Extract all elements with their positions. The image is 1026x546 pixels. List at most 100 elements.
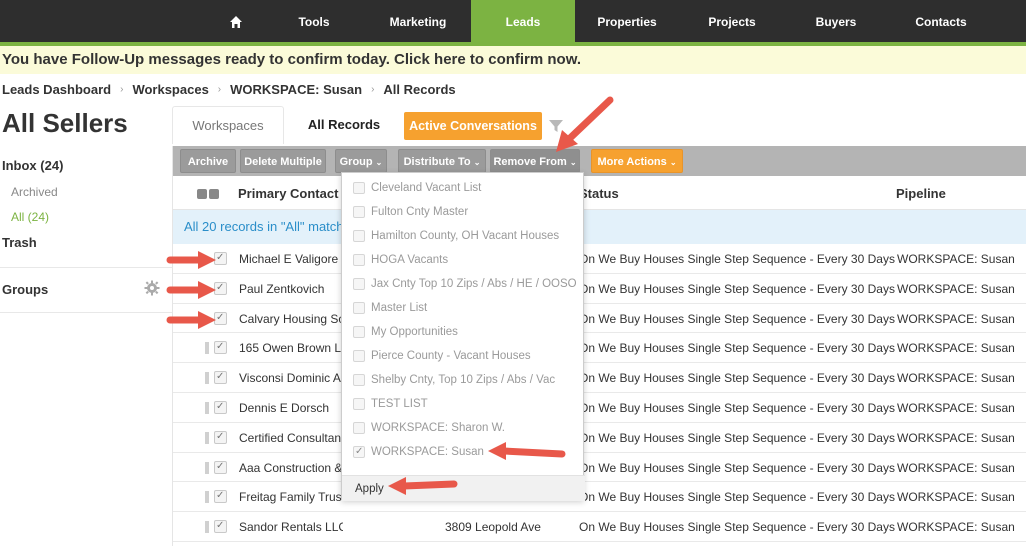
option-checkbox[interactable] [353,350,365,362]
option-checkbox[interactable] [353,302,365,314]
table-row[interactable]: ✓ Paul Zentkovich On We Buy Houses Single … [173,274,1026,304]
option-label: TEST LIST [371,398,428,410]
sidebar-inbox[interactable]: Inbox (24) [2,158,63,173]
table-row[interactable]: ✓ Calvary Housing Sol On We Buy Houses Sin… [173,304,1026,334]
breadcrumb-leads-dashboard[interactable]: Leads Dashboard [2,82,111,97]
row-checkbox[interactable]: ✓ [214,401,227,414]
table-row[interactable]: ✓ Michael E Valigore J On We Buy Houses Si… [173,244,1026,274]
contact-name[interactable]: Michael E Valigore J [239,252,343,266]
column-pipeline[interactable]: Pipeline [896,186,946,201]
nav-buyers[interactable]: Buyers [784,0,888,42]
drag-handle-icon[interactable] [205,372,209,385]
option-checkbox[interactable] [353,374,365,386]
column-primary-contact[interactable]: Primary Contact I [238,186,346,201]
option-label: Hamilton County, OH Vacant Houses [371,230,560,242]
remove-from-option[interactable]: Jax Cnty Top 10 Zips / Abs / HE / OOSO [342,272,585,296]
tab-workspaces[interactable]: Workspaces [172,106,284,144]
nav-marketing[interactable]: Marketing [366,0,470,42]
nav-home[interactable] [200,0,272,42]
archive-button[interactable]: Archive [180,149,236,173]
remove-from-option[interactable]: My Opportunities [342,320,585,344]
gear-icon[interactable] [144,280,160,296]
active-conversations-button[interactable]: Active Conversations [404,112,542,140]
option-checkbox[interactable] [353,206,365,218]
sidebar-trash[interactable]: Trash [2,235,37,250]
drag-handle-icon[interactable] [205,431,209,444]
sidebar-groups[interactable]: Groups [2,282,48,297]
option-checkbox[interactable] [353,422,365,434]
divider [0,312,172,313]
row-checkbox[interactable]: ✓ [214,520,227,534]
remove-from-option[interactable]: Fulton Cnty Master [342,200,585,224]
sidebar-all[interactable]: All (24) [11,210,49,224]
drag-handle-icon[interactable] [205,521,209,534]
selection-notice[interactable]: All 20 records in "All" matchi [173,210,1026,244]
contact-name[interactable]: 165 Owen Brown LL [239,341,343,355]
pipeline-cell: WORKSPACE: Susan [897,401,1015,415]
nav-tools[interactable]: Tools [272,0,356,42]
contact-name[interactable]: Certified Consultants [239,431,343,445]
contact-name[interactable]: Dennis E Dorsch [239,401,343,415]
select-all-checkbox[interactable] [197,189,207,199]
table-row[interactable]: ✓ Certified Consultants On We Buy Houses S… [173,423,1026,453]
option-checkbox[interactable] [353,326,365,338]
contact-name[interactable]: Sandor Rentals LLC [239,520,343,534]
row-checkbox[interactable]: ✓ [214,460,227,474]
option-checkbox[interactable] [353,230,365,242]
delete-multiple-button[interactable]: Delete Multiple [240,149,326,173]
table-row[interactable]: ✓ Dennis E Dorsch On We Buy Houses Single … [173,393,1026,423]
status-cell: On We Buy Houses Single Step Sequence - … [579,460,895,475]
remove-from-option[interactable]: Shelby Cnty, Top 10 Zips / Abs / Vac [342,368,585,392]
breadcrumb-workspace-susan[interactable]: WORKSPACE: Susan [230,82,362,97]
sidebar-archived[interactable]: Archived [11,185,58,199]
table-row[interactable]: ✓ Visconsi Dominic A J On We Buy Houses Si… [173,363,1026,393]
drag-handle-icon[interactable] [205,491,209,504]
table-row[interactable]: ✓ 165 Owen Brown LL On We Buy Houses Singl… [173,333,1026,364]
remove-from-option[interactable]: Hamilton County, OH Vacant Houses [342,224,585,248]
drag-handle-icon[interactable] [205,402,209,414]
nav-leads[interactable]: Leads [471,0,575,46]
remove-from-option[interactable]: Master List [342,296,585,320]
option-checkbox[interactable] [353,278,365,290]
table-row[interactable]: ✓ Sandor Rentals LLC 3809 Leopold Ave On We… [173,512,1026,542]
contact-name[interactable]: Visconsi Dominic A J [239,371,343,385]
pipeline-cell: WORKSPACE: Susan [897,281,1015,296]
nav-contacts[interactable]: Contacts [889,0,993,42]
select-all-checkbox-secondary[interactable] [209,189,219,199]
breadcrumb-workspaces[interactable]: Workspaces [132,82,208,97]
remove-from-option[interactable]: HOGA Vacants [342,248,585,272]
remove-from-option[interactable]: TEST LIST [342,392,585,416]
option-checkbox[interactable] [353,182,365,194]
option-checkbox[interactable] [353,254,365,266]
pipeline-cell: WORKSPACE: Susan [897,460,1015,475]
row-checkbox[interactable]: ✓ [214,430,227,444]
nav-projects[interactable]: Projects [680,0,784,42]
contact-name[interactable]: Calvary Housing Sol [239,312,343,326]
remove-from-option[interactable]: Pierce County - Vacant Houses [342,344,585,368]
follow-up-banner[interactable]: You have Follow-Up messages ready to con… [0,46,1026,74]
row-checkbox[interactable]: ✓ [214,341,227,355]
row-checkbox[interactable]: ✓ [214,371,227,385]
contact-name[interactable]: Aaa Construction & I [239,461,343,475]
table-row[interactable]: ✓ Aaa Construction & I On We Buy Houses Si… [173,453,1026,483]
option-checkbox[interactable]: ✓ [353,446,365,458]
option-label: HOGA Vacants [371,254,449,266]
contact-name[interactable]: Freitag Family Trust [239,490,343,504]
status-cell: On We Buy Houses Single Step Sequence - … [579,341,895,356]
nav-properties[interactable]: Properties [575,0,679,42]
distribute-to-dropdown-button[interactable]: Distribute To ⌄ [398,149,486,173]
drag-handle-icon[interactable] [205,342,209,355]
contact-name[interactable]: Paul Zentkovich [239,282,343,296]
remove-from-option[interactable]: WORKSPACE: Sharon W. [342,416,585,440]
home-icon [230,15,242,28]
status-cell: On We Buy Houses Single Step Sequence - … [579,490,895,505]
apply-button[interactable]: Apply [342,475,585,501]
row-checkbox[interactable]: ✓ [214,490,227,504]
option-checkbox[interactable] [353,398,365,410]
remove-from-option[interactable]: Cleveland Vacant List [342,176,585,200]
group-dropdown-button[interactable]: Group ⌄ [335,149,387,173]
chevron-right-icon: › [217,83,222,95]
drag-handle-icon[interactable] [205,461,209,474]
tab-all-records[interactable]: All Records [288,106,400,144]
table-row[interactable]: ✓ Freitag Family Trust On We Buy Houses Si… [173,482,1026,513]
